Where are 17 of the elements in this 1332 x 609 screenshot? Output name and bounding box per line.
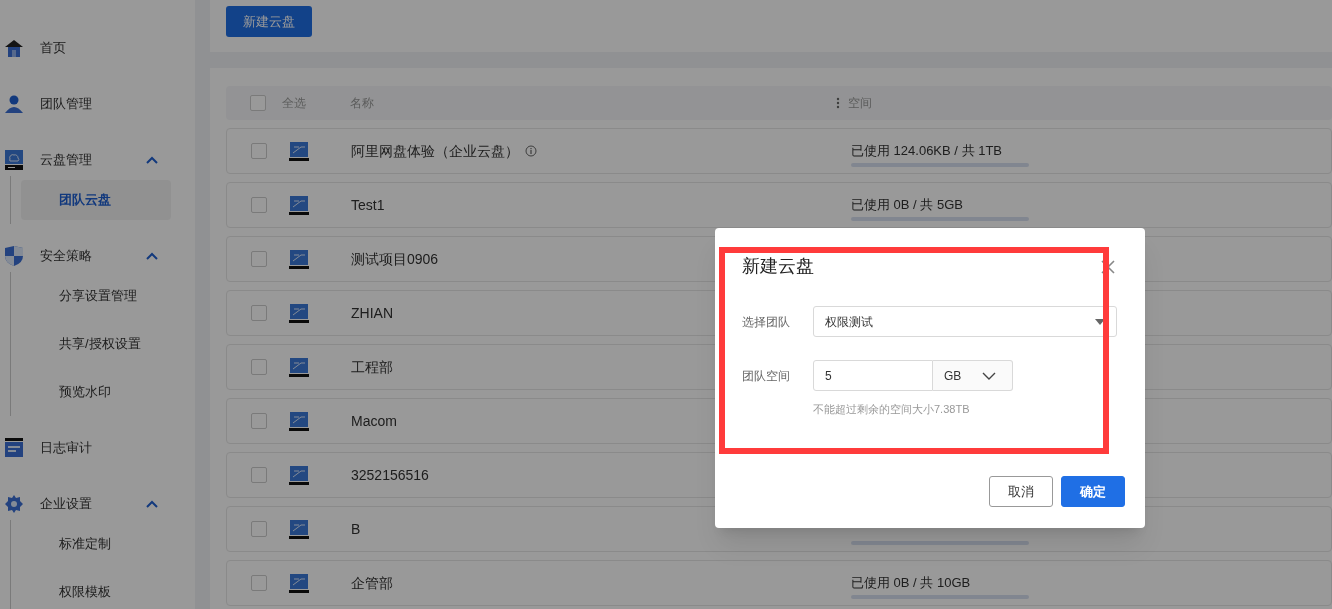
usage-text: 已使用 0B / 共 5GB — [851, 195, 964, 214]
hint-text: 不能超过剩余的空间大小7.38TB — [813, 402, 971, 417]
field-label: 团队空间 — [742, 367, 791, 385]
drive-name: 工程部 — [351, 357, 393, 377]
field-label: 选择团队 — [742, 313, 791, 331]
drive-name: 3252156516 — [351, 465, 429, 485]
drive-name: ZHIAN — [351, 303, 393, 323]
drive-name: Test1 — [351, 195, 385, 215]
usage-text: 已使用 124.06KB / 共 1TB — [851, 141, 1003, 160]
usage-text: 已使用 0B / 共 10GB — [851, 573, 972, 592]
drive-name: 企管部 — [351, 573, 393, 593]
column-header: 名称 — [350, 96, 374, 110]
drive-name: 阿里网盘体验（企业云盘） — [351, 141, 519, 161]
drive-name: Macom — [351, 411, 397, 431]
drive-name: B — [351, 519, 361, 539]
drive-name: 测试项目0906 — [351, 249, 439, 269]
dialog-title: 新建云盘 — [742, 255, 814, 278]
